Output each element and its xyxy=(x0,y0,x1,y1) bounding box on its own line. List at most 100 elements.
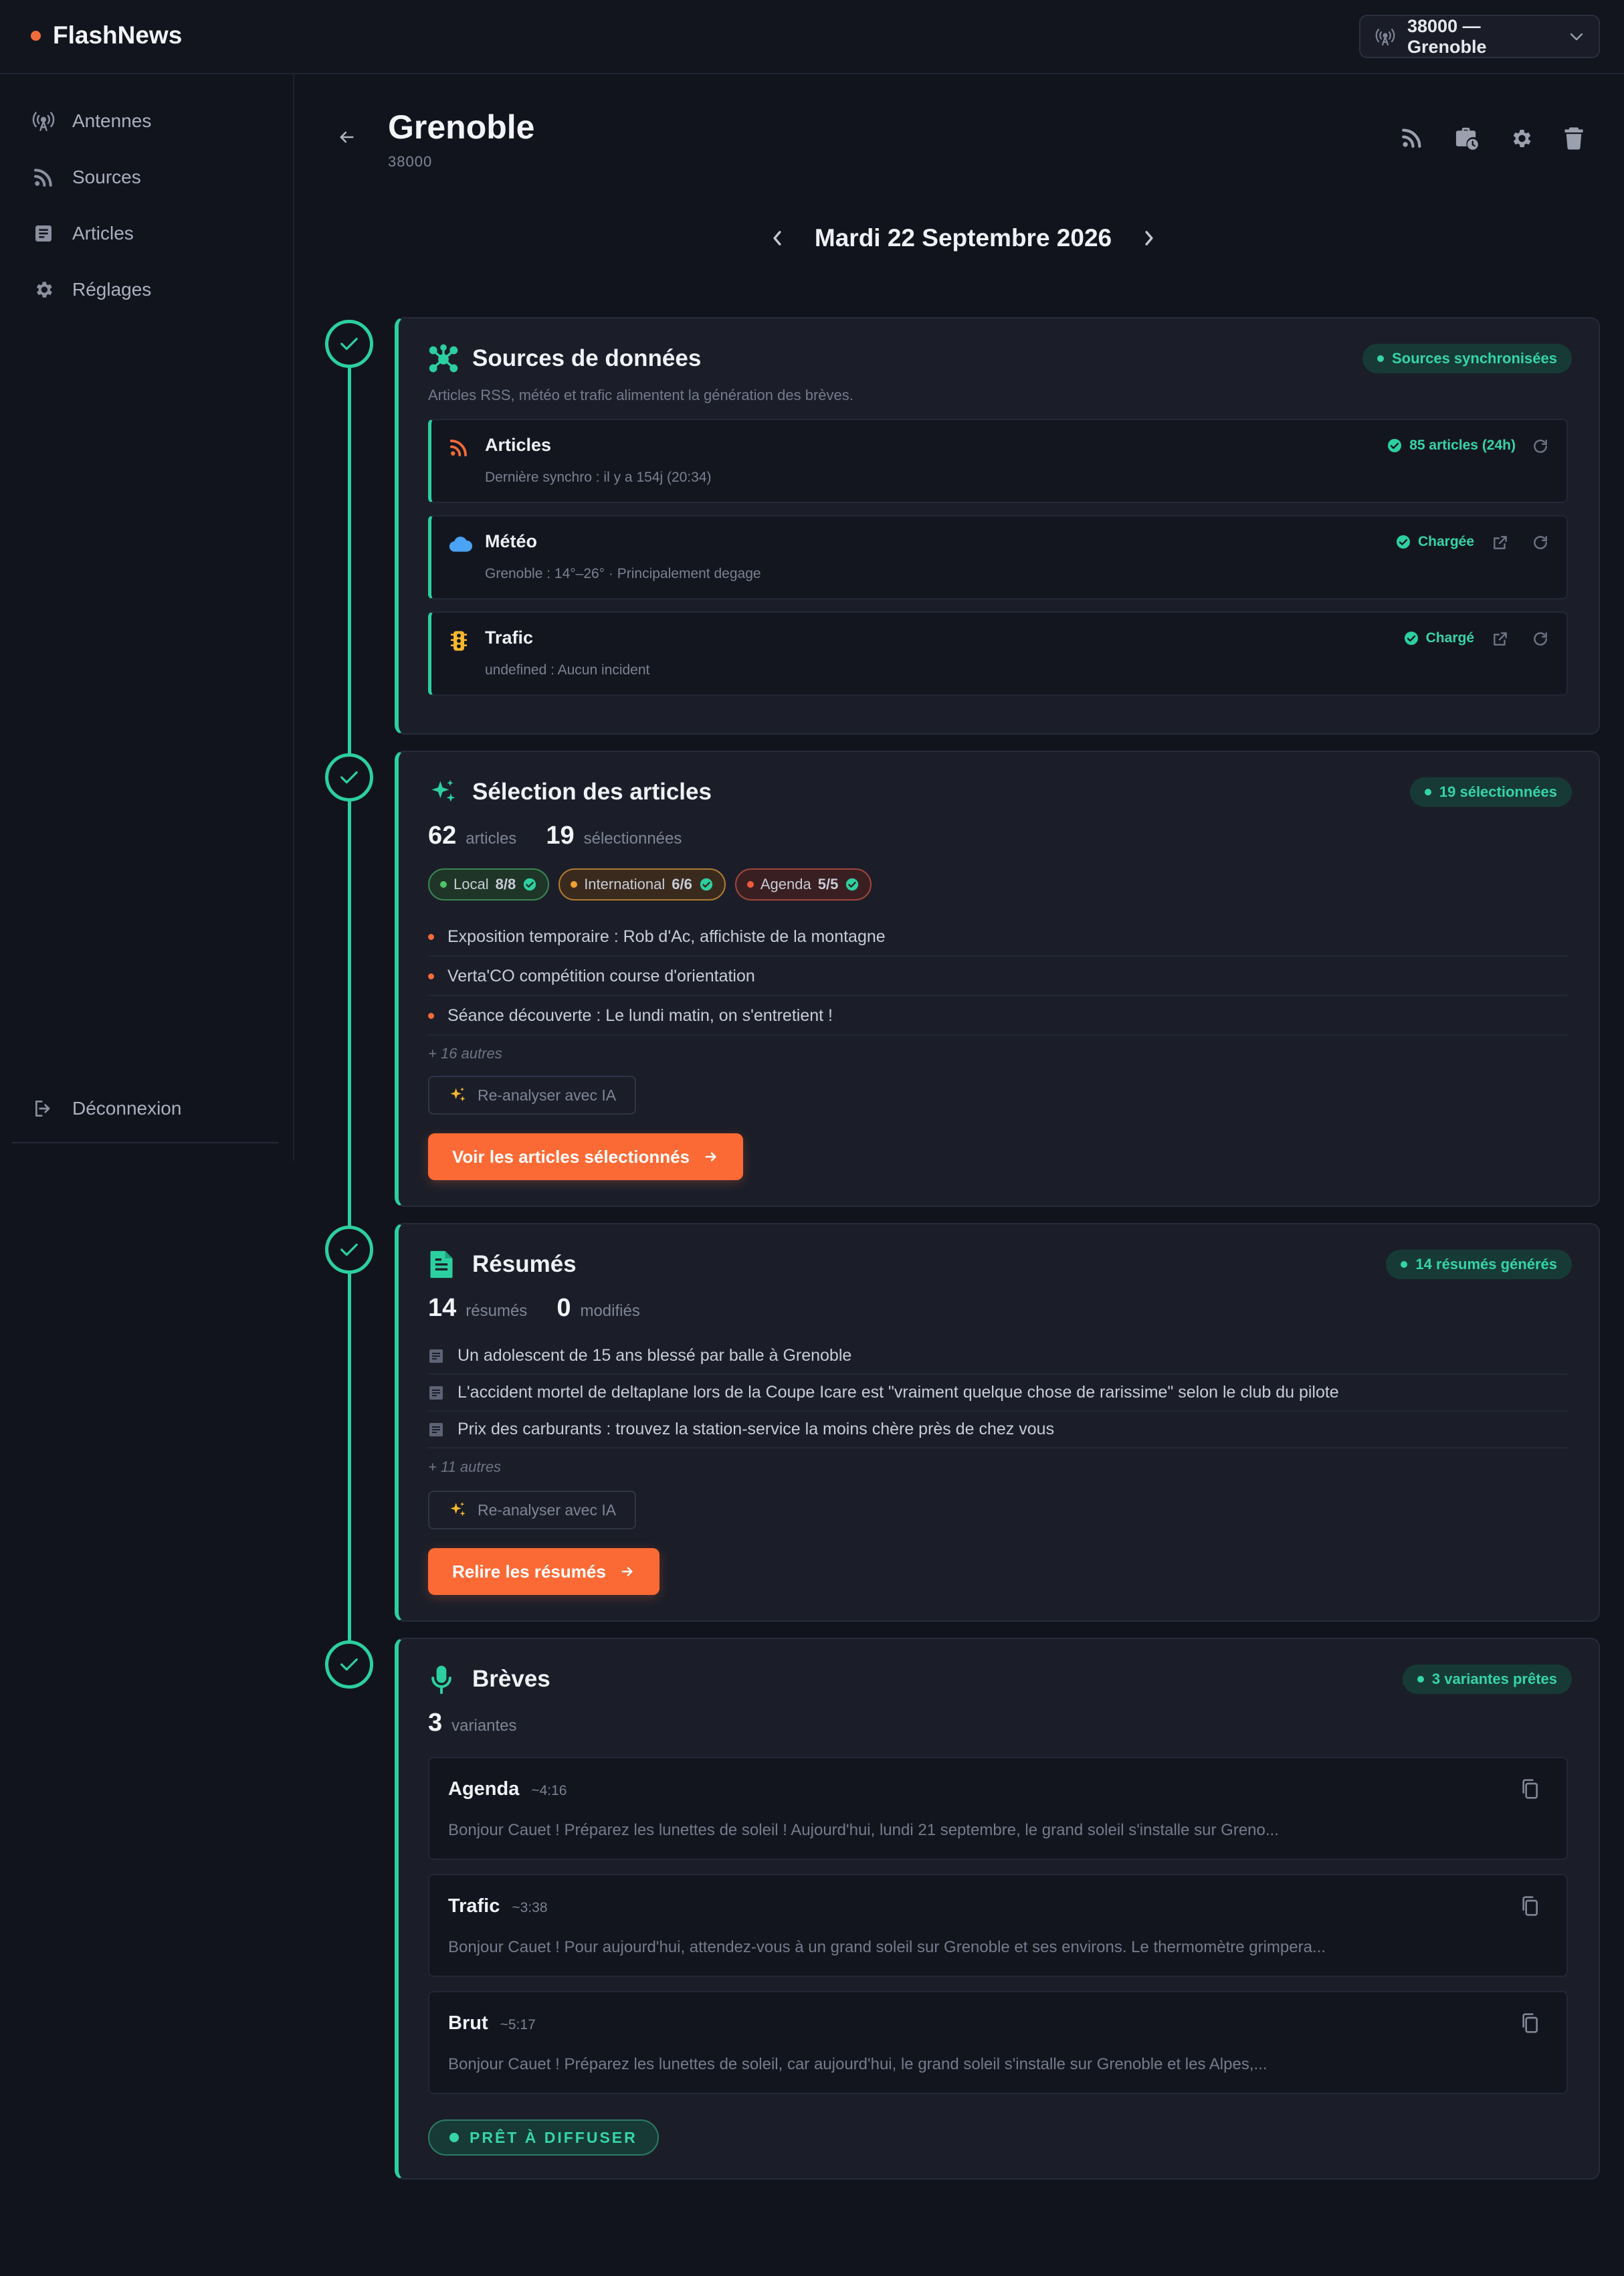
back-button[interactable] xyxy=(336,128,357,147)
sources-card: Sources de données Sources synchronisées… xyxy=(395,317,1600,735)
summaries-title: Résumés xyxy=(472,1251,577,1277)
refresh-icon[interactable] xyxy=(1532,534,1549,551)
page-title: Grenoble xyxy=(388,108,535,146)
chevron-down-icon xyxy=(1569,32,1584,41)
sidebar-item-label: Réglages xyxy=(72,279,152,300)
copy-icon[interactable] xyxy=(1520,2012,1540,2034)
current-date: Mardi 22 Septembre 2026 xyxy=(814,224,1112,252)
sidebar-item-label: Antennes xyxy=(72,110,152,131)
microphone-icon xyxy=(428,1665,455,1694)
antenna-icon xyxy=(32,110,55,132)
category-pill-international[interactable]: International 6/6 xyxy=(559,868,726,900)
list-item[interactable]: Un adolescent de 15 ans blessé par balle… xyxy=(428,1338,1568,1375)
category-pill-agenda[interactable]: Agenda 5/5 xyxy=(734,868,872,900)
logout-icon xyxy=(32,1098,55,1119)
variant-text: Bonjour Cauet ! Pour aujourd'hui, attend… xyxy=(448,1938,1326,1956)
antenna-icon xyxy=(1375,28,1395,45)
status-badge: 19 sélectionnées xyxy=(1409,777,1572,807)
variant-card-brut[interactable]: Brut ~5:17 Bonjour Cauet ! Préparez les l… xyxy=(428,1991,1568,2094)
variant-text: Bonjour Cauet ! Préparez les lunettes de… xyxy=(448,1821,1279,1839)
sources-description: Articles RSS, météo et trafic alimentent… xyxy=(428,387,853,403)
cloud-icon xyxy=(449,534,473,554)
more-items-label: + 16 autres xyxy=(428,1045,502,1062)
rss-icon xyxy=(32,167,55,188)
gear-icon xyxy=(32,279,55,300)
external-link-icon[interactable] xyxy=(1492,534,1509,551)
category-pills: Local 8/8 International 6/6 Agenda 5/5 xyxy=(428,868,872,900)
copy-icon[interactable] xyxy=(1520,1778,1540,1800)
network-icon xyxy=(428,344,459,375)
source-status: 85 articles (24h) xyxy=(1387,438,1516,454)
list-item[interactable]: Séance découverte : Le lundi matin, on s… xyxy=(428,997,1568,1036)
antenna-selector[interactable]: 38000 — Grenoble xyxy=(1359,15,1600,58)
source-row-articles: Articles Dernière synchro : il y a 154j … xyxy=(428,419,1568,503)
sidebar-item-label: Articles xyxy=(72,223,134,244)
source-detail: undefined : Aucun incident xyxy=(485,662,650,678)
source-detail: Dernière synchro : il y a 154j (20:34) xyxy=(485,470,712,485)
breves-card: Brèves 3 variantes prêtes 3 variantes Age… xyxy=(395,1638,1600,2180)
reanalyse-button[interactable]: Re-analyser avec IA xyxy=(428,1491,637,1529)
traffic-light-icon xyxy=(449,630,469,652)
variant-card-trafic[interactable]: Trafic ~3:38 Bonjour Cauet ! Pour aujourd… xyxy=(428,1874,1568,1977)
selection-card: Sélection des articles 19 sélectionnées … xyxy=(395,751,1600,1207)
variant-name: Brut ~5:17 xyxy=(448,2012,536,2034)
source-row-meteo: Météo Grenoble : 14°–26° · Principalemen… xyxy=(428,515,1568,599)
step-check-icon xyxy=(325,1640,373,1689)
review-summaries-button[interactable]: Relire les résumés xyxy=(428,1548,659,1595)
step-check-icon xyxy=(325,320,373,368)
source-status: Chargé xyxy=(1403,630,1474,646)
sidebar-item-reglages[interactable]: Réglages xyxy=(32,279,151,300)
rss-feed-button[interactable] xyxy=(1401,126,1423,149)
list-item[interactable]: Verta'CO compétition course d'orientatio… xyxy=(428,957,1568,996)
more-items-label: + 11 autres xyxy=(428,1458,502,1475)
step-check-icon xyxy=(325,753,373,801)
document-icon xyxy=(428,1250,455,1279)
sidebar-item-antennes[interactable]: Antennes xyxy=(32,110,151,132)
variant-name: Trafic ~3:38 xyxy=(448,1895,548,1917)
external-link-icon[interactable] xyxy=(1492,630,1509,648)
status-badge: 3 variantes prêtes xyxy=(1402,1665,1572,1694)
view-selected-articles-button[interactable]: Voir les articles sélectionnés xyxy=(428,1133,744,1180)
gear-icon[interactable] xyxy=(1509,126,1533,151)
sidebar-divider xyxy=(12,1142,278,1143)
trash-icon[interactable] xyxy=(1564,126,1584,151)
source-status: Chargée xyxy=(1395,534,1474,550)
brand-name: FlashNews xyxy=(53,21,183,49)
rss-icon xyxy=(449,438,469,458)
logout-button[interactable]: Déconnexion xyxy=(32,1098,181,1119)
ready-badge: PRÊT À DIFFUSER xyxy=(428,2119,659,2156)
variant-text: Bonjour Cauet ! Préparez les lunettes de… xyxy=(448,2055,1267,2073)
schedule-briefcase-button[interactable] xyxy=(1454,126,1480,151)
list-item[interactable]: Exposition temporaire : Rob d'Ac, affich… xyxy=(428,918,1568,957)
sources-title: Sources de données xyxy=(472,345,702,371)
breves-title: Brèves xyxy=(472,1666,550,1692)
refresh-icon[interactable] xyxy=(1532,630,1549,648)
top-bar: FlashNews 38000 — Grenoble xyxy=(0,0,1624,74)
variant-name: Agenda ~4:16 xyxy=(448,1778,567,1800)
antenna-selector-label: 38000 — Grenoble xyxy=(1407,15,1487,57)
variant-card-agenda[interactable]: Agenda ~4:16 Bonjour Cauet ! Préparez les… xyxy=(428,1757,1568,1860)
source-name: Articles xyxy=(485,435,552,455)
status-badge: Sources synchronisées xyxy=(1362,344,1572,373)
status-badge: 14 résumés générés xyxy=(1386,1250,1572,1279)
refresh-icon[interactable] xyxy=(1532,438,1549,455)
copy-icon[interactable] xyxy=(1520,1895,1540,1917)
previous-day-button[interactable] xyxy=(767,225,788,251)
summaries-stats: 14 résumés 0 modifiés xyxy=(428,1294,640,1322)
selection-title: Sélection des articles xyxy=(472,779,712,805)
category-pill-local[interactable]: Local 8/8 xyxy=(428,868,550,900)
article-icon xyxy=(32,223,55,244)
sidebar-item-articles[interactable]: Articles xyxy=(32,223,134,244)
step-check-icon xyxy=(325,1226,373,1274)
sparkles-icon xyxy=(428,777,458,807)
brand-dot xyxy=(31,30,41,41)
sidebar-item-sources[interactable]: Sources xyxy=(32,167,141,188)
summaries-card: Résumés 14 résumés générés 14 résumés 0 mo… xyxy=(395,1223,1600,1622)
breves-stats: 3 variantes xyxy=(428,1709,517,1737)
source-name: Trafic xyxy=(485,628,534,648)
brand[interactable]: FlashNews xyxy=(31,21,182,50)
list-item[interactable]: Prix des carburants : trouvez la station… xyxy=(428,1412,1568,1448)
reanalyse-button[interactable]: Re-analyser avec IA xyxy=(428,1076,637,1115)
next-day-button[interactable] xyxy=(1138,225,1160,251)
list-item[interactable]: L'accident mortel de deltaplane lors de … xyxy=(428,1375,1568,1412)
